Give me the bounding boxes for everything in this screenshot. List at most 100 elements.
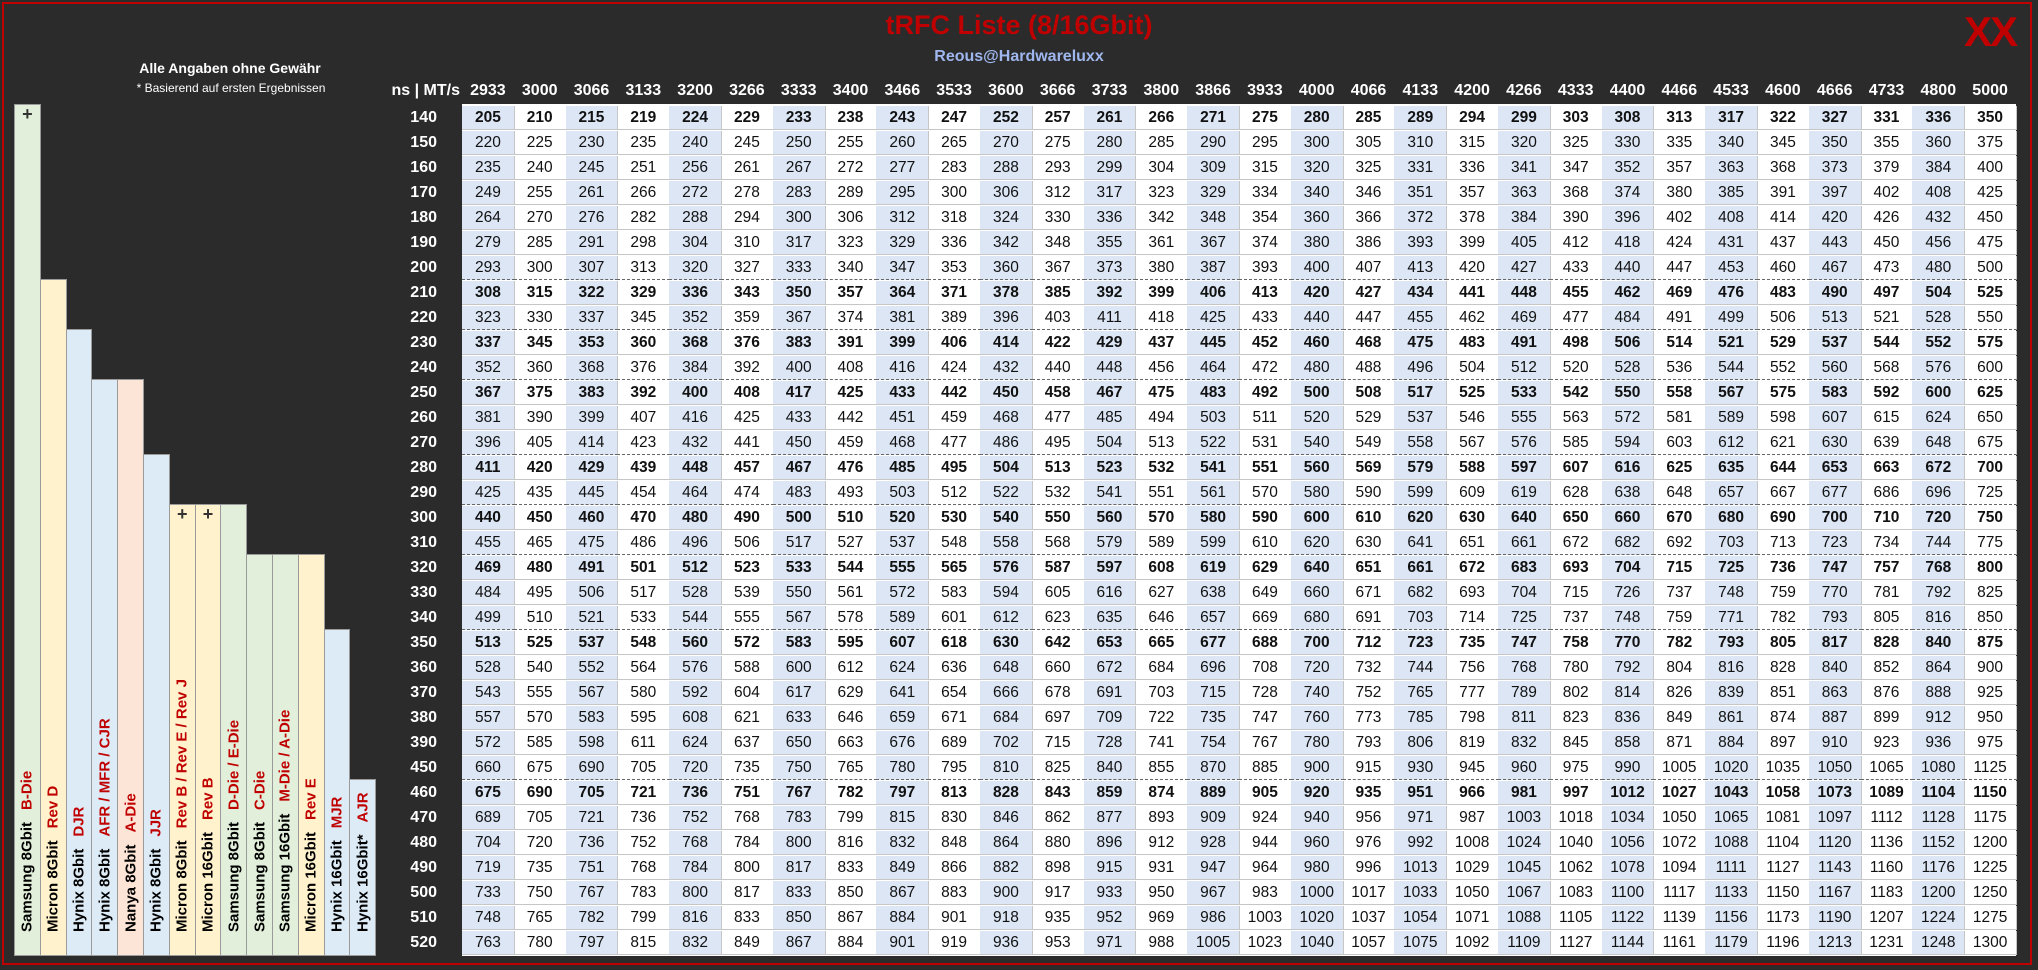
speed-header-cell: 4800 (1920, 82, 1957, 99)
speed-header-cell: 4066 (1350, 82, 1387, 99)
trfc-cell: 924 (1239, 806, 1292, 830)
trfc-cell: 627 (1135, 581, 1189, 605)
trfc-cell: 390 (513, 406, 567, 430)
trfc-cell: 589 (876, 606, 930, 630)
trfc-cell: 1248 (1912, 931, 1966, 955)
trfc-cell: 457 (721, 456, 774, 480)
trfc-cell: 532 (1031, 481, 1085, 505)
trfc-cell: 715 (1031, 731, 1085, 755)
trfc-cell: 600 (1964, 356, 2017, 380)
trfc-cell: 832 (669, 931, 722, 955)
trfc-cell: 323 (462, 306, 515, 330)
trfc-cell: 541 (1083, 481, 1137, 505)
trfc-cell: 361 (1135, 231, 1189, 255)
trfc-cell: 439 (617, 456, 671, 480)
trfc-cell: 298 (617, 231, 671, 255)
trfc-cell: 870 (1187, 756, 1240, 780)
trfc-cell: 624 (669, 731, 722, 755)
trfc-cell: 1161 (1653, 931, 1707, 955)
trfc-cell: 506 (1601, 331, 1655, 355)
trfc-cell: 293 (462, 256, 515, 280)
trfc-cell: 342 (1135, 206, 1189, 230)
trfc-cell: 283 (928, 156, 981, 180)
trfc-cell: 374 (1601, 181, 1655, 205)
trfc-cell: 797 (565, 931, 619, 955)
trfc-cell: 728 (1083, 731, 1137, 755)
trfc-cell: 919 (928, 931, 981, 955)
trfc-cell: 598 (565, 731, 619, 755)
trfc-cell: 714 (1446, 606, 1499, 630)
trfc-cell: 590 (1239, 506, 1292, 530)
trfc-cell: 592 (1860, 381, 1914, 405)
ic-name: Micron 8Gbit (173, 840, 191, 932)
trfc-cell: 617 (772, 681, 826, 705)
trfc-cell: 544 (669, 606, 722, 630)
trfc-cell: 360 (1912, 131, 1966, 155)
trfc-cell: 513 (1031, 456, 1085, 480)
trfc-cell: 456 (1912, 231, 1966, 255)
trfc-cell: 1065 (1860, 756, 1914, 780)
trfc-cell: 709 (1083, 706, 1137, 730)
trfc-cell: 1057 (1342, 931, 1396, 955)
trfc-cell: 587 (1031, 556, 1085, 580)
trfc-cell: 427 (1498, 256, 1551, 280)
trfc-cell: 561 (824, 581, 878, 605)
trfc-cell: 585 (513, 731, 567, 755)
trfc-cell: 271 (1187, 106, 1240, 130)
trfc-cell: 1005 (1653, 756, 1707, 780)
ic-bar: Nanya 8Gbit A-Die (117, 379, 144, 956)
trfc-cell: 285 (513, 231, 567, 255)
ic-name: Samsung 8Gbit (225, 821, 243, 932)
trfc-cell: 450 (1860, 231, 1914, 255)
trfc-cell: 723 (1808, 531, 1862, 555)
ns-row-label: 220 (410, 309, 437, 326)
trfc-cell: 646 (1135, 606, 1189, 630)
ic-name: Micron 16Gbit (302, 831, 320, 932)
trfc-cell: 670 (1653, 506, 1707, 530)
trfc-cell: 815 (876, 806, 930, 830)
trfc-cell: 480 (1912, 256, 1966, 280)
trfc-cell: 684 (980, 706, 1033, 730)
trfc-cell: 883 (928, 881, 981, 905)
trfc-cell: 567 (1705, 381, 1758, 405)
trfc-cell: 560 (1083, 506, 1137, 530)
trfc-cell: 364 (876, 281, 930, 305)
ic-bar: Micron 8Gbit Rev D (39, 279, 67, 956)
trfc-cell: 414 (565, 431, 619, 455)
trfc-cell: 666 (980, 681, 1033, 705)
trfc-cell: 225 (513, 131, 567, 155)
ic-bar: Samsung 8Gbit C-Die (246, 554, 273, 956)
ic-name: Hynix 16Gbit (328, 840, 346, 932)
trfc-cell: 600 (1290, 506, 1344, 530)
trfc-cell: 378 (1446, 206, 1499, 230)
trfc-cell: 1071 (1446, 906, 1499, 930)
trfc-cell: 431 (1705, 231, 1758, 255)
trfc-cell: 944 (1239, 831, 1292, 855)
trfc-cell: 340 (824, 256, 878, 280)
trfc-cell: 233 (772, 106, 826, 130)
trfc-cell: 690 (1757, 506, 1810, 530)
trfc-cell: 579 (1394, 456, 1448, 480)
trfc-cell: 381 (462, 406, 515, 430)
trfc-cell: 826 (1653, 681, 1707, 705)
trfc-cell: 368 (1757, 156, 1810, 180)
trfc-cell: 612 (1705, 431, 1758, 455)
trfc-cell: 420 (513, 456, 567, 480)
ic-die: JJR (147, 809, 165, 837)
header-label: ns | MT/s (391, 82, 460, 99)
trfc-cell: 971 (1083, 931, 1137, 955)
trfc-cell: 704 (1498, 581, 1551, 605)
trfc-cell: 599 (1187, 531, 1240, 555)
ns-row-label: 190 (410, 234, 437, 251)
trfc-cell: 1125 (1964, 756, 2017, 780)
trfc-cell: 558 (1653, 381, 1707, 405)
trfc-cell: 802 (1549, 681, 1603, 705)
trfc-cell: 889 (1187, 781, 1240, 805)
trfc-cell: 950 (1964, 706, 2017, 730)
footnote: * Basierend auf ersten Ergebnissen (136, 81, 326, 95)
trfc-cell: 243 (876, 106, 930, 130)
trfc-cell: 475 (1394, 331, 1448, 355)
trfc-cell: 313 (1653, 106, 1707, 130)
trfc-cell: 691 (1083, 681, 1137, 705)
trfc-cell: 546 (1446, 406, 1499, 430)
